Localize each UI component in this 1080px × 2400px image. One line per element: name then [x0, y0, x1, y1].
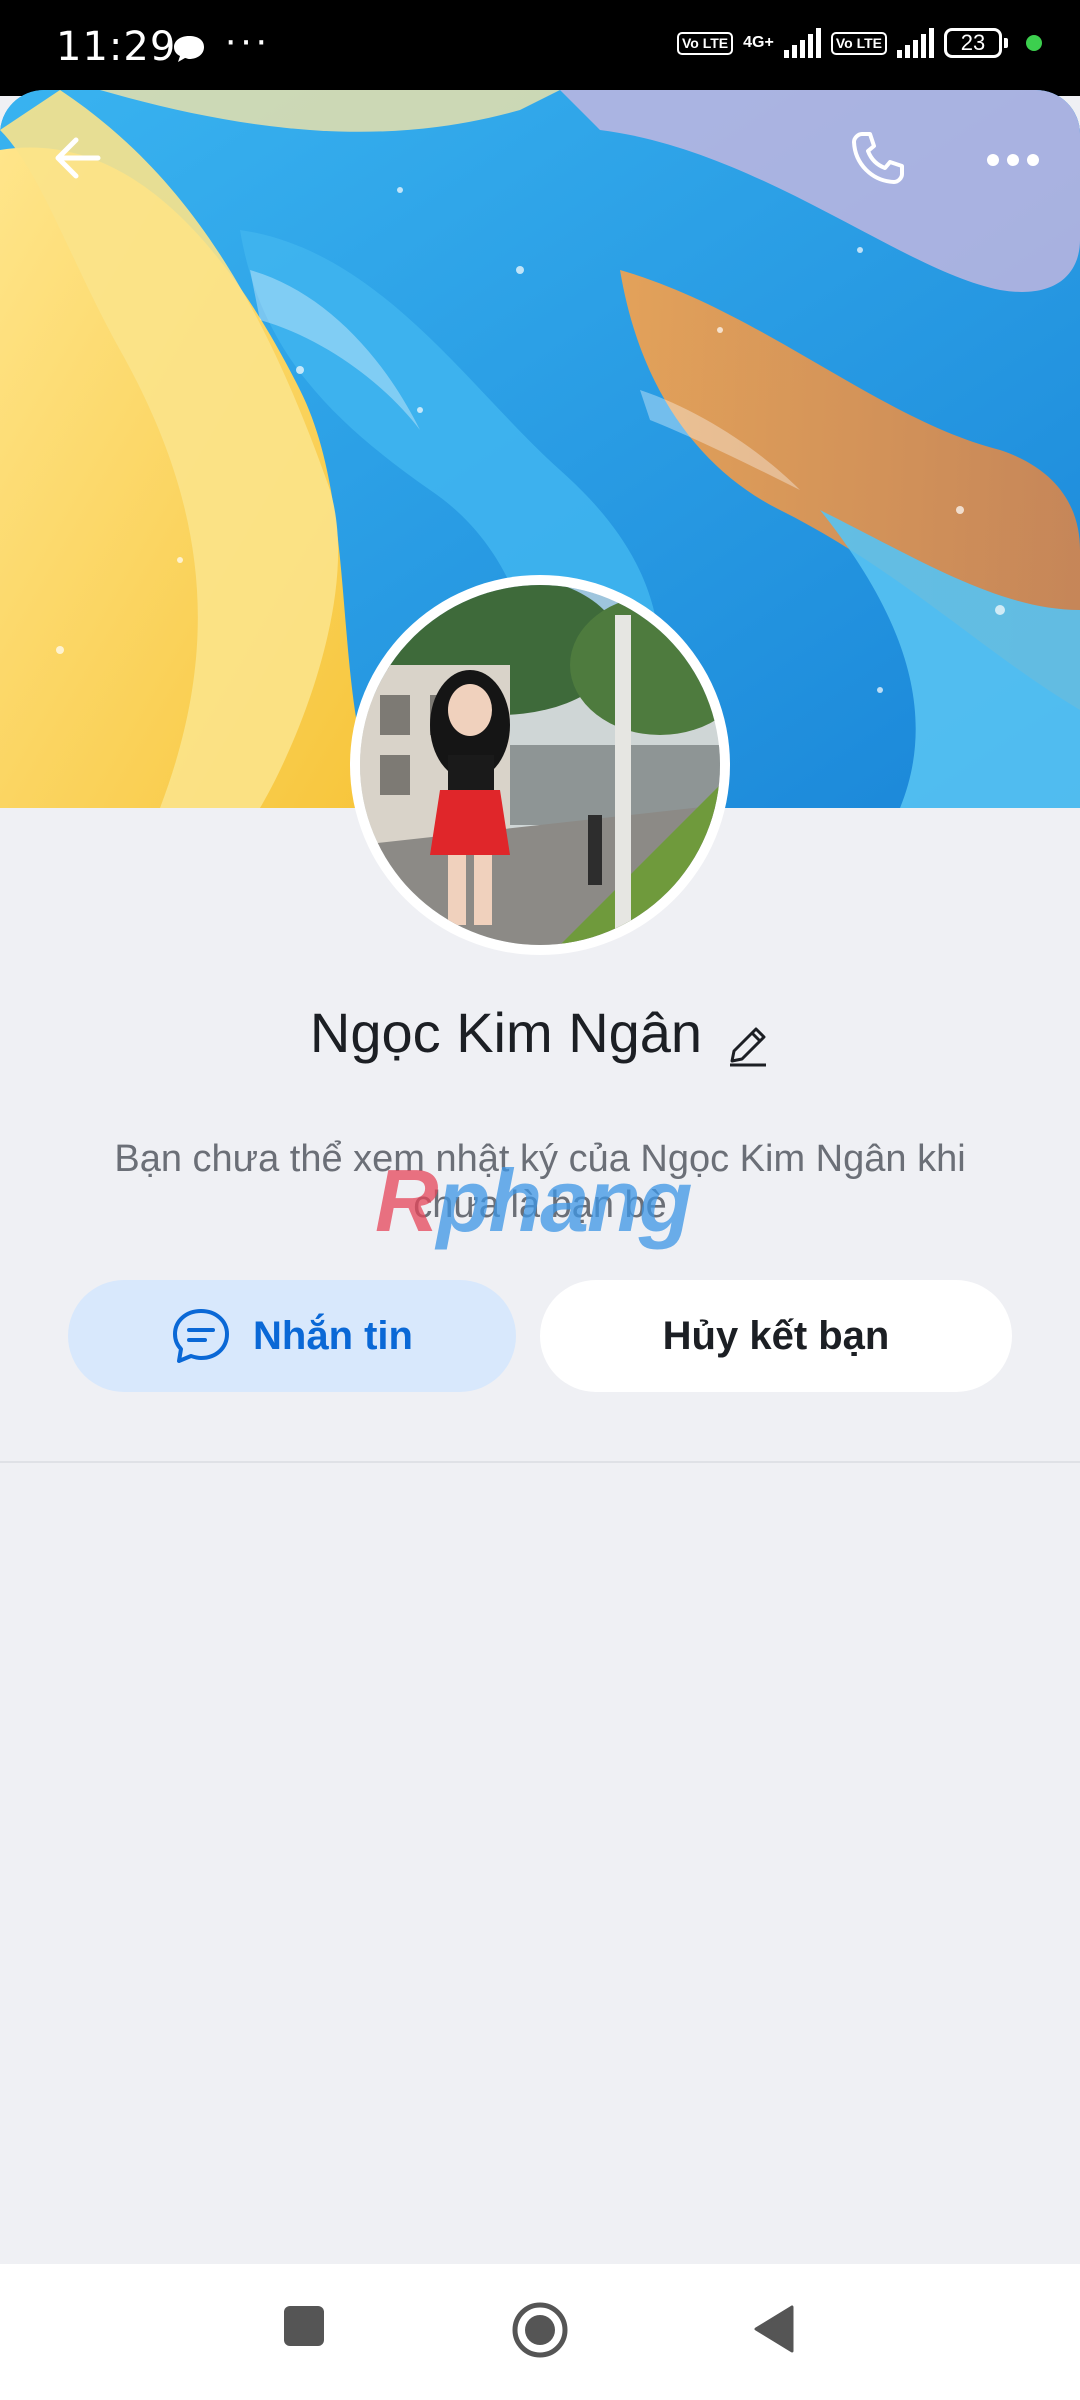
signal-icon-2 [897, 28, 934, 58]
chat-bubble-icon [173, 1309, 229, 1363]
profile-name: Ngọc Kim Ngân [309, 1001, 703, 1064]
watermark-text: phang [436, 1151, 693, 1250]
battery-icon: 23 [944, 28, 1008, 58]
circle-icon [512, 2302, 568, 2358]
unfriend-button-label: Hủy kết bạn [662, 1313, 890, 1358]
square-icon [284, 2306, 324, 2346]
pencil-icon [730, 1027, 767, 1067]
recent-apps-button[interactable] [282, 2304, 326, 2353]
unfriend-button[interactable]: Hủy kết bạn [540, 1280, 1012, 1392]
volte-icon: Vo LTE [677, 31, 734, 55]
phone-icon [852, 132, 904, 184]
chat-notification-icon [172, 34, 206, 69]
status-icons: Vo LTE 4G+ Vo LTE 23 [677, 28, 1042, 58]
arrow-left-icon [55, 137, 101, 179]
call-button[interactable] [848, 128, 908, 193]
signal-icon [783, 28, 821, 58]
privacy-indicator [1026, 35, 1042, 51]
back-nav-button[interactable] [752, 2304, 796, 2359]
watermark-logo: Rphang [375, 1150, 693, 1252]
section-divider [0, 1461, 1080, 1463]
system-nav-bar [0, 2264, 1080, 2400]
status-time: 11:29 [56, 24, 177, 70]
home-button[interactable] [510, 2300, 570, 2365]
avatar-photo [360, 585, 720, 945]
volte-icon-2: Vo LTE [830, 31, 887, 55]
back-button[interactable] [50, 130, 106, 191]
edit-name-button[interactable] [726, 1023, 770, 1072]
more-button[interactable] [985, 150, 1041, 175]
profile-avatar[interactable] [350, 575, 730, 955]
network-type: 4G+ [743, 34, 774, 51]
more-notifications-icon: ··· [224, 18, 270, 62]
profile-name-row: Ngọc Kim Ngân [0, 1000, 1080, 1072]
message-button-label: Nhắn tin [253, 1313, 413, 1358]
status-bar: 11:29 ··· Vo LTE 4G+ Vo LTE 23 [0, 0, 1080, 96]
watermark-r: R [375, 1151, 439, 1250]
message-button[interactable]: Nhắn tin [68, 1280, 516, 1392]
more-horizontal-icon [987, 154, 1039, 166]
triangle-back-icon [754, 2305, 794, 2353]
